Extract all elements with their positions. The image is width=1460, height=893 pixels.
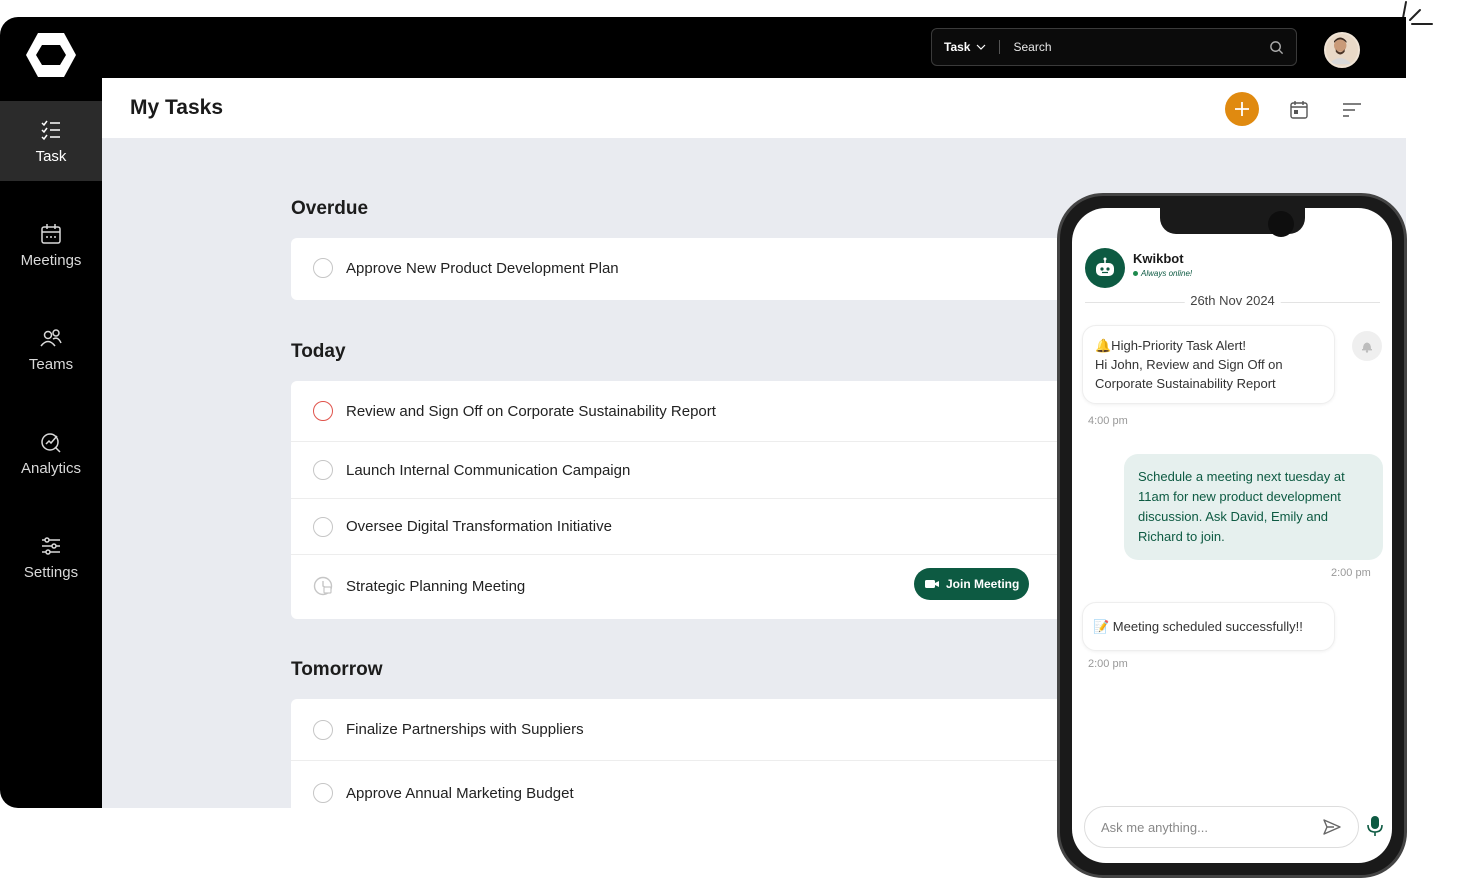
task-checkbox[interactable] bbox=[313, 719, 333, 740]
search-type-dropdown[interactable]: Task bbox=[944, 40, 986, 54]
app-logo bbox=[26, 33, 76, 77]
sidebar-item-label: Task bbox=[35, 147, 67, 165]
task-checkbox[interactable] bbox=[313, 258, 333, 278]
chat-screen: Kwikbot Always online! 26th Nov 2024 🔔Hi… bbox=[1072, 208, 1392, 863]
sidebar-item-label: Meetings bbox=[20, 251, 82, 269]
sidebar-item-task[interactable]: Task bbox=[0, 101, 102, 181]
user-avatar[interactable] bbox=[1324, 32, 1360, 68]
search-divider bbox=[999, 40, 1001, 54]
user-portrait-icon bbox=[1328, 37, 1352, 65]
alert-line: Corporate Sustainability Report bbox=[1095, 376, 1276, 391]
phone-notch bbox=[1160, 208, 1305, 237]
chevron-down-icon bbox=[977, 44, 986, 50]
task-row[interactable]: Review and Sign Off on Corporate Sustain… bbox=[291, 381, 1081, 442]
global-search-bar: Task bbox=[931, 28, 1297, 66]
chat-input-box bbox=[1084, 806, 1359, 848]
bot-name: Kwikbot bbox=[1133, 251, 1184, 266]
task-checkbox[interactable] bbox=[313, 460, 333, 480]
task-row[interactable]: Launch Internal Communication Campaign bbox=[291, 442, 1081, 499]
robot-icon bbox=[1096, 257, 1114, 276]
user-message: Schedule a meeting next tuesday at 11am … bbox=[1124, 454, 1383, 560]
meeting-clock-icon bbox=[313, 576, 333, 596]
date-separator: 26th Nov 2024 bbox=[1085, 293, 1380, 311]
section-title-today: Today bbox=[291, 341, 346, 362]
online-dot bbox=[1133, 271, 1138, 276]
sidebar: Task Meetings Teams Analytics Settings bbox=[0, 101, 102, 621]
task-title: Approve New Product Development Plan bbox=[346, 259, 619, 277]
message-time: 2:00 pm bbox=[1331, 567, 1371, 579]
join-meeting-label: Join Meeting bbox=[946, 577, 1020, 591]
sidebar-item-label: Settings bbox=[23, 563, 79, 581]
bot-status-text: Always online! bbox=[1141, 269, 1193, 278]
task-row[interactable]: Strategic Planning Meeting Join Meeting bbox=[291, 555, 1081, 617]
sidebar-item-settings[interactable]: Settings bbox=[0, 517, 102, 597]
task-title: Strategic Planning Meeting bbox=[346, 577, 526, 595]
page-header: My Tasks bbox=[102, 78, 1406, 138]
sidebar-item-label: Teams bbox=[28, 355, 74, 373]
chat-date: 26th Nov 2024 bbox=[1184, 293, 1281, 308]
chat-input[interactable] bbox=[1101, 819, 1322, 835]
microphone-icon[interactable] bbox=[1365, 814, 1385, 838]
sidebar-item-analytics[interactable]: Analytics bbox=[0, 413, 102, 493]
bot-status: Always online! bbox=[1133, 269, 1192, 278]
sidebar-item-teams[interactable]: Teams bbox=[0, 309, 102, 389]
alert-line: Hi John, Review and Sign Off on bbox=[1095, 357, 1283, 372]
calendar-view-icon[interactable] bbox=[1289, 100, 1309, 120]
section-title-overdue: Overdue bbox=[291, 198, 369, 219]
overdue-task-card: Approve New Product Development Plan bbox=[291, 238, 1081, 300]
calendar-icon bbox=[41, 223, 61, 244]
task-checkbox[interactable] bbox=[313, 783, 333, 803]
task-list-icon bbox=[41, 120, 60, 140]
task-checkbox[interactable] bbox=[313, 516, 333, 537]
sidebar-item-label: Analytics bbox=[20, 459, 82, 477]
section-title-tomorrow: Tomorrow bbox=[291, 659, 383, 680]
phone-mockup: Kwikbot Always online! 26th Nov 2024 🔔Hi… bbox=[1057, 193, 1407, 878]
task-title: Approve Annual Marketing Budget bbox=[346, 784, 574, 802]
task-title: Finalize Partnerships with Suppliers bbox=[346, 721, 584, 738]
bot-message-alert: 🔔High-Priority Task Alert! Hi John, Revi… bbox=[1082, 325, 1335, 404]
sort-filter-icon[interactable] bbox=[1341, 101, 1363, 119]
search-input[interactable] bbox=[1013, 40, 1269, 54]
send-icon[interactable] bbox=[1322, 817, 1342, 837]
message-time: 2:00 pm bbox=[1088, 658, 1128, 670]
sidebar-item-meetings[interactable]: Meetings bbox=[0, 205, 102, 285]
task-row[interactable]: Finalize Partnerships with Suppliers bbox=[291, 699, 1081, 761]
video-camera-icon bbox=[925, 580, 939, 588]
message-time: 4:00 pm bbox=[1088, 415, 1128, 427]
bell-icon bbox=[1362, 342, 1372, 353]
plus-icon bbox=[1235, 102, 1249, 116]
bot-message-confirmation: 📝 Meeting scheduled successfully!! bbox=[1082, 602, 1335, 651]
search-type-label: Task bbox=[944, 40, 971, 54]
task-row[interactable]: Oversee Digital Transformation Initiativ… bbox=[291, 499, 1081, 555]
people-icon bbox=[40, 328, 62, 346]
task-row[interactable]: Approve New Product Development Plan bbox=[291, 238, 1081, 298]
analytics-icon bbox=[41, 432, 61, 453]
join-meeting-button[interactable]: Join Meeting bbox=[914, 568, 1030, 600]
sliders-icon bbox=[42, 536, 60, 555]
notification-bell-button[interactable] bbox=[1352, 331, 1382, 361]
task-checkbox[interactable] bbox=[313, 401, 333, 421]
task-title: Review and Sign Off on Corporate Sustain… bbox=[346, 402, 716, 420]
search-icon[interactable] bbox=[1269, 40, 1284, 55]
bot-avatar bbox=[1085, 248, 1125, 288]
page-title: My Tasks bbox=[130, 96, 223, 119]
task-row[interactable]: Approve Annual Marketing Budget bbox=[291, 761, 1081, 808]
today-task-card: Review and Sign Off on Corporate Sustain… bbox=[291, 381, 1081, 619]
task-title: Launch Internal Communication Campaign bbox=[346, 461, 631, 479]
camera-icon bbox=[1268, 211, 1294, 237]
add-task-button[interactable] bbox=[1225, 92, 1259, 126]
task-title: Oversee Digital Transformation Initiativ… bbox=[346, 518, 612, 535]
tomorrow-task-card: Finalize Partnerships with Suppliers App… bbox=[291, 699, 1081, 808]
alert-title: 🔔High-Priority Task Alert! bbox=[1095, 338, 1247, 353]
